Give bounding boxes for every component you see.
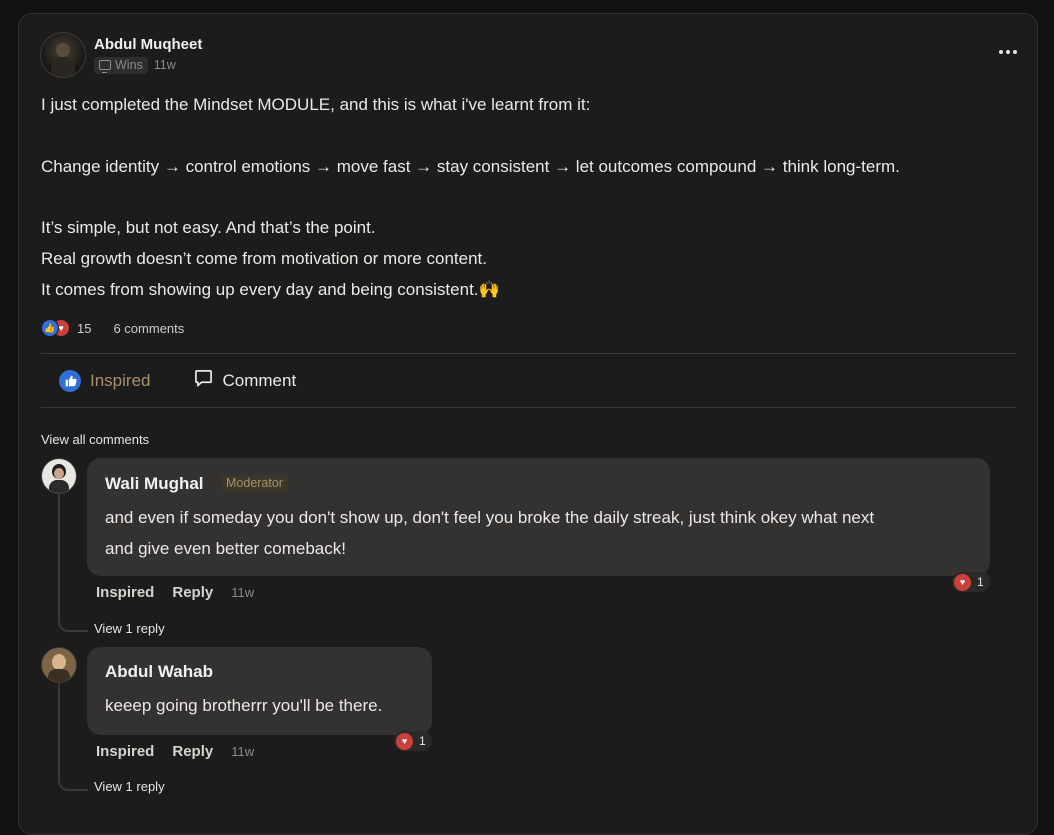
comment-bubble-icon	[194, 369, 213, 392]
thread-line	[58, 494, 88, 632]
post-line: I just completed the Mindset MODULE, and…	[41, 95, 591, 114]
comment-reply-button[interactable]: Reply	[172, 743, 213, 760]
post-line: Change identity → control emotions → mov…	[41, 157, 900, 176]
like-icon: 👍	[41, 319, 59, 337]
comment-text-line: keeep going brotherrr you'll be there.	[105, 696, 383, 715]
view-replies-link[interactable]: View 1 reply	[94, 621, 165, 636]
reaction-summary[interactable]: 👍 ♥ 15 6 comments	[41, 318, 184, 338]
comment-author[interactable]: Wali Mughal	[105, 474, 204, 494]
inspired-label: Inspired	[90, 370, 151, 390]
comment-time: 11w	[231, 585, 255, 600]
post-card: Abdul Muqheet Wins 11w I just completed …	[18, 13, 1038, 835]
comment-bubble: Wali Mughal Moderator and even if someda…	[87, 458, 990, 576]
comment-text-line: and give even better comeback!	[105, 539, 346, 558]
comment-love-reaction[interactable]: ♥ 1	[394, 731, 432, 751]
comment-inspired-button[interactable]: Inspired	[96, 584, 154, 601]
divider	[41, 407, 1016, 408]
comment-inspired-button[interactable]: Inspired	[96, 743, 154, 760]
category-chip[interactable]: Wins	[94, 56, 148, 74]
comment-author[interactable]: Abdul Wahab	[105, 662, 213, 682]
author-name[interactable]: Abdul Muqheet	[94, 36, 202, 53]
post-meta: Wins 11w	[94, 56, 176, 74]
comment-reply-button[interactable]: Reply	[172, 584, 213, 601]
view-all-comments-link[interactable]: View all comments	[41, 432, 149, 447]
love-count: 1	[977, 575, 984, 589]
love-icon: ♥	[396, 732, 413, 750]
comment-bubble: Abdul Wahab keeep going brotherrr you'll…	[87, 647, 432, 735]
post-line: It’s simple, but not easy. And that’s th…	[41, 218, 376, 237]
comment-button[interactable]: Comment	[194, 369, 296, 392]
comment-avatar[interactable]	[41, 647, 77, 683]
like-icon	[59, 369, 81, 392]
comments-count[interactable]: 6 comments	[113, 321, 184, 336]
post-line: It comes from showing up every day and b…	[41, 280, 500, 299]
comment-actions: Inspired Reply 11w	[96, 584, 254, 601]
thread-line	[58, 683, 88, 791]
post-line: Real growth doesn’t come from motivation…	[41, 249, 487, 268]
inspired-button[interactable]: Inspired	[59, 369, 151, 392]
post-action-bar: Inspired Comment	[41, 354, 1016, 407]
comment-text-line: and even if someday you don't show up, d…	[105, 508, 875, 527]
more-icon[interactable]	[999, 50, 1017, 54]
love-count: 1	[419, 734, 426, 748]
comment-avatar[interactable]	[41, 458, 77, 494]
comment-love-reaction[interactable]: ♥ 1	[952, 572, 990, 592]
view-replies-link[interactable]: View 1 reply	[94, 779, 165, 794]
love-icon: ♥	[954, 573, 971, 591]
comment-time: 11w	[231, 744, 255, 759]
moderator-badge: Moderator	[221, 475, 288, 491]
author-avatar[interactable]	[40, 32, 86, 78]
reaction-count: 15	[77, 320, 92, 336]
post-time: 11w	[153, 58, 176, 72]
category-label: Wins	[115, 58, 143, 72]
comment-actions: Inspired Reply 11w	[96, 743, 254, 760]
comment-label: Comment	[222, 370, 297, 390]
monitor-icon	[99, 60, 111, 73]
